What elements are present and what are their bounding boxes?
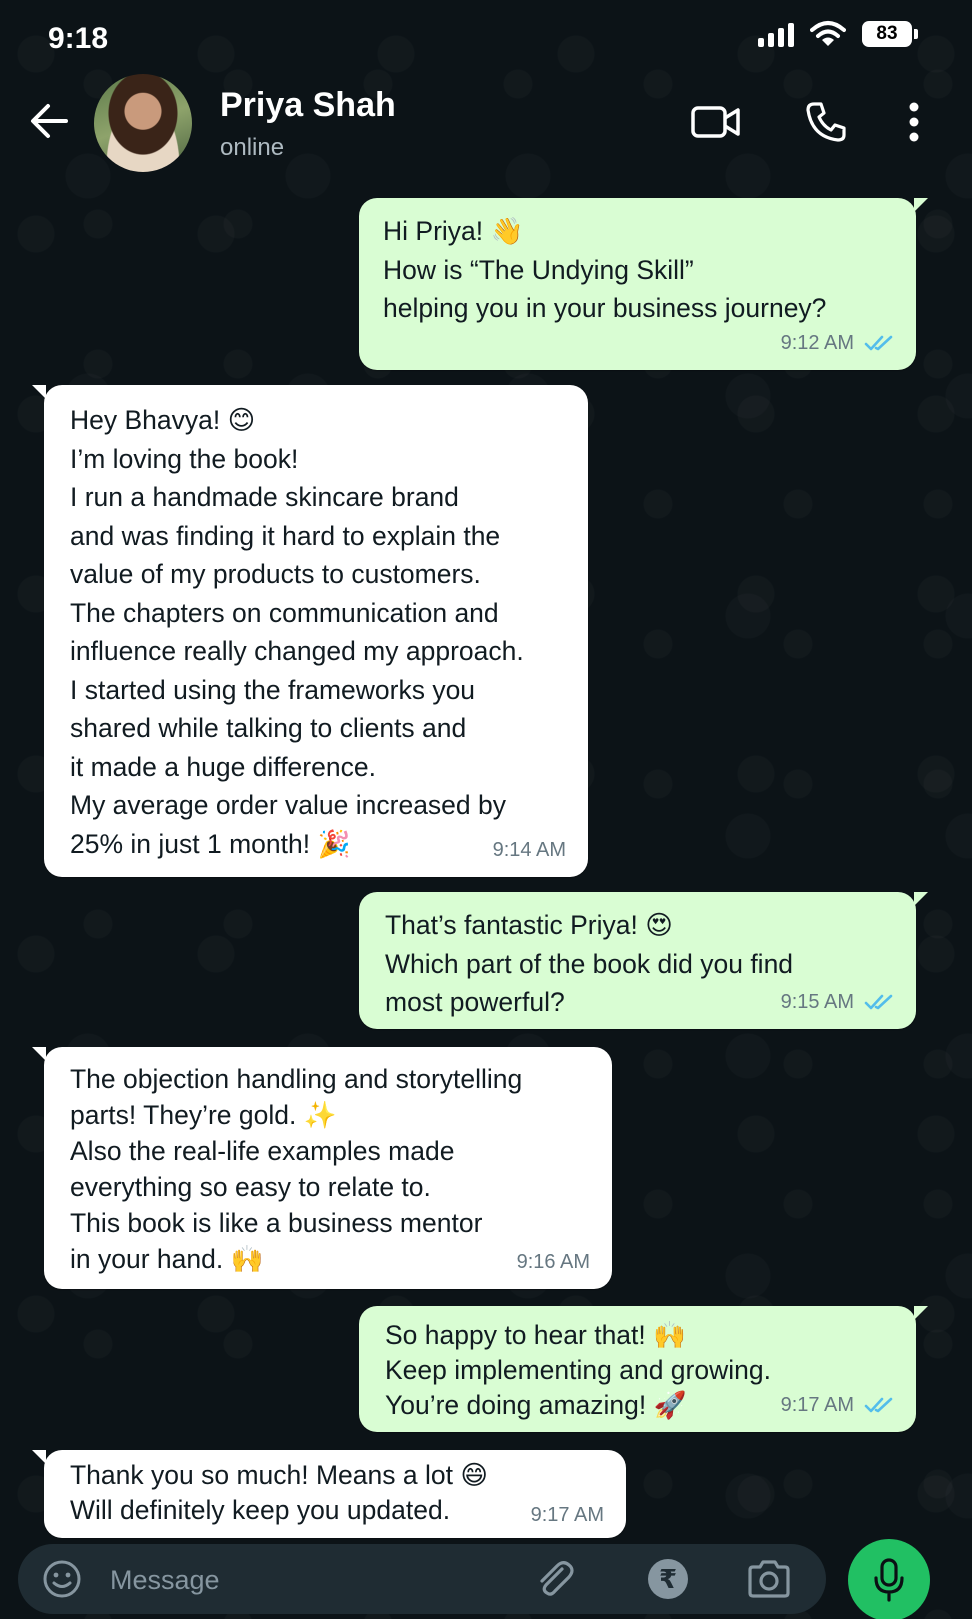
- voice-record-button[interactable]: [848, 1539, 930, 1619]
- emoji-icon[interactable]: [42, 1559, 82, 1599]
- message-bubble-incoming[interactable]: The objection handling and storytelling …: [32, 1047, 612, 1289]
- double-check-icon: [864, 335, 893, 351]
- wifi-icon: [810, 21, 846, 46]
- phone-icon: [806, 102, 846, 142]
- double-check-icon: [864, 1397, 893, 1413]
- avatar[interactable]: [94, 74, 192, 172]
- message-text: The objection handling and storytelling …: [70, 1064, 523, 1274]
- signal-icon: [758, 21, 794, 47]
- message-meta: 9:17 AM: [781, 1386, 894, 1425]
- message-time: 9:17 AM: [530, 1503, 604, 1526]
- chat-screen: 9:18 83 Priya Shah online Hi Priya! 👋 Ho…: [0, 0, 972, 1619]
- contact-status: online: [220, 134, 285, 161]
- message-bubble-outgoing[interactable]: So happy to hear that! 🙌 Keep implementi…: [359, 1306, 928, 1432]
- message-meta: 9:12 AM: [781, 324, 894, 363]
- paperclip-icon[interactable]: [532, 1557, 576, 1601]
- more-vertical-icon: [909, 102, 919, 142]
- message-time: 9:15 AM: [780, 990, 854, 1013]
- status-bar: 9:18 83: [0, 0, 972, 72]
- battery-level: 83: [876, 23, 898, 44]
- battery-icon: 83: [862, 21, 918, 47]
- message-time: 9:17 AM: [780, 1393, 854, 1416]
- more-options-button[interactable]: [894, 96, 934, 148]
- message-text: Hey Bhavya! 😊 I’m loving the book! I run…: [70, 405, 524, 859]
- video-call-button[interactable]: [688, 96, 744, 148]
- message-bubble-outgoing[interactable]: Hi Priya! 👋 How is “The Undying Skill” h…: [359, 198, 928, 370]
- message-bubble-outgoing[interactable]: That’s fantastic Priya! 😍 Which part of …: [359, 892, 928, 1029]
- video-camera-icon: [691, 106, 740, 138]
- message-time: 9:12 AM: [780, 331, 854, 354]
- message-time: 9:16 AM: [516, 1250, 590, 1273]
- message-meta: 9:14 AM: [493, 831, 566, 870]
- rupee-icon: ₹: [658, 1563, 678, 1594]
- message-text: Thank you so much! Means a lot 😄 Will de…: [70, 1460, 488, 1525]
- camera-icon[interactable]: [746, 1558, 792, 1600]
- message-bubble-incoming[interactable]: Thank you so much! Means a lot 😄 Will de…: [32, 1450, 626, 1538]
- message-input[interactable]: [108, 1554, 492, 1606]
- message-time: 9:14 AM: [492, 838, 566, 861]
- message-text: Hi Priya! 👋 How is “The Undying Skill” h…: [383, 216, 827, 323]
- back-arrow-icon[interactable]: [26, 98, 72, 144]
- status-time: 9:18: [48, 22, 109, 55]
- message-meta: 9:17 AM: [531, 1496, 604, 1535]
- double-check-icon: [864, 994, 893, 1010]
- voice-call-button[interactable]: [798, 96, 854, 148]
- status-icons: 83: [758, 20, 918, 48]
- message-meta: 9:15 AM: [781, 983, 894, 1022]
- message-composer: ₹: [18, 1544, 826, 1614]
- chat-header: Priya Shah online: [0, 72, 972, 182]
- message-meta: 9:16 AM: [517, 1243, 590, 1282]
- payment-button[interactable]: ₹: [648, 1559, 688, 1599]
- contact-name[interactable]: Priya Shah: [220, 86, 396, 125]
- microphone-icon: [874, 1558, 904, 1602]
- message-bubble-incoming[interactable]: Hey Bhavya! 😊 I’m loving the book! I run…: [32, 385, 588, 877]
